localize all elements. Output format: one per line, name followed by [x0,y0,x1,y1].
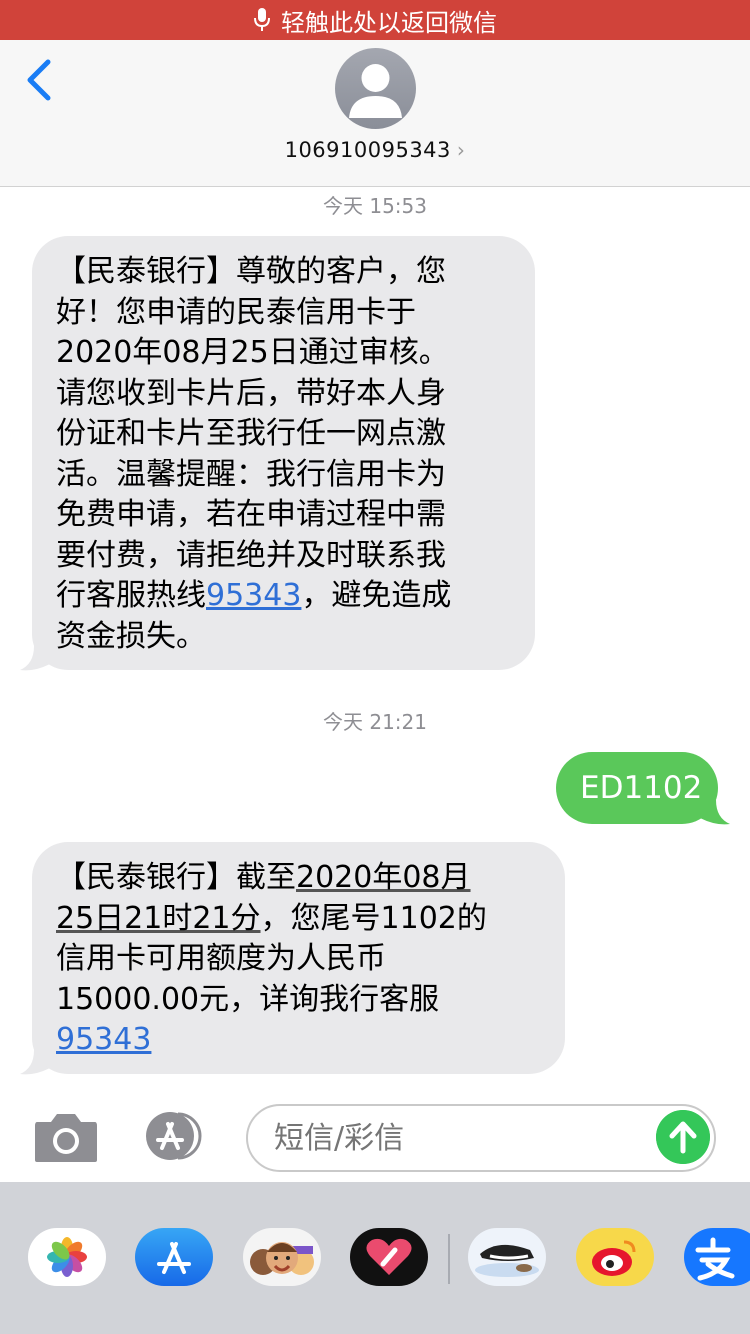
message-line: 份证和卡片至我行任一网点激 [56,416,446,451]
return-to-wechat-bar[interactable]: 轻触此处以返回微信 [0,0,750,40]
microphone-icon [254,8,270,31]
back-chevron-icon[interactable] [22,58,62,102]
message-line: 【民泰银行】尊敬的客户，您 [56,254,446,289]
contact-name-button[interactable]: 106910095343 › [0,138,750,162]
hotline-link[interactable]: 95343 [206,578,301,613]
message-composer [0,1090,750,1182]
hotline-link[interactable]: 95343 [56,1022,151,1057]
return-to-wechat-label: 轻触此处以返回微信 [281,8,497,37]
incoming-message-bubble[interactable]: 【民泰银行】截至2020年08月 25日21时21分，您尾号1102的 信用卡可… [32,842,565,1074]
message-text: ，您尾号1102的 [260,900,487,936]
app-store-icon[interactable] [135,1228,213,1286]
incoming-message-bubble[interactable]: 【民泰银行】尊敬的客户，您 好！您申请的民泰信用卡于 2020年08月25日通过… [32,236,535,670]
message-line: 【民泰银行】截至2020年08月 [56,858,541,899]
message-line: 2020年08月25日通过审核。 [56,335,449,370]
penguin-sticker-icon[interactable] [468,1228,546,1286]
message-text: 【民泰银行】截至 [56,860,296,895]
message-line: 好！您申请的民泰信用卡于 [56,294,416,330]
contact-avatar[interactable] [335,48,416,129]
date-link[interactable]: 2020年08月 [296,860,471,895]
conversation-header: 106910095343 › [0,40,750,187]
timestamp: 今天 15:53 [323,194,427,218]
message-line: 信用卡可用额度为人民币 [56,941,386,976]
message-line: 请您收到卡片后，带好本人身 [56,375,446,411]
timestamp: 今天 21:21 [323,710,427,734]
message-text: ，避免造成 [301,578,452,613]
chevron-right-icon: › [456,138,466,162]
message-line: 15000.00元，详询我行客服 [56,981,440,1017]
message-line: 要付费，请拒绝并及时联系我 [56,537,446,573]
message-line: 95343 [56,1020,541,1061]
message-line: 免费申请，若在申请过程中需 [56,497,446,532]
message-line: 25日21时21分，您尾号1102的 [56,899,541,940]
photos-icon[interactable] [28,1228,106,1286]
imessage-app-tray [0,1182,750,1334]
weibo-icon[interactable] [576,1228,654,1286]
message-input[interactable] [246,1104,716,1172]
message-line: 行客服热线95343，避免造成 [56,576,511,617]
outgoing-message-bubble[interactable]: ED1102 [556,752,718,824]
date-link[interactable]: 25日21时21分 [56,901,261,936]
message-text: 行客服热线 [56,578,206,613]
tray-divider [448,1234,450,1284]
message-line: 资金损失。 [56,618,206,654]
send-arrow-icon[interactable] [656,1110,710,1164]
camera-icon[interactable] [33,1112,99,1164]
person-silhouette-icon [349,64,402,118]
digital-touch-icon[interactable] [350,1228,428,1286]
contact-name: 106910095343 [284,138,451,162]
alipay-icon[interactable] [684,1228,750,1286]
message-text: ED1102 [580,770,703,806]
app-store-button-icon[interactable] [140,1110,212,1162]
message-line: 活。温馨提醒：我行信用卡为 [56,456,446,492]
memoji-icon[interactable] [243,1228,321,1286]
